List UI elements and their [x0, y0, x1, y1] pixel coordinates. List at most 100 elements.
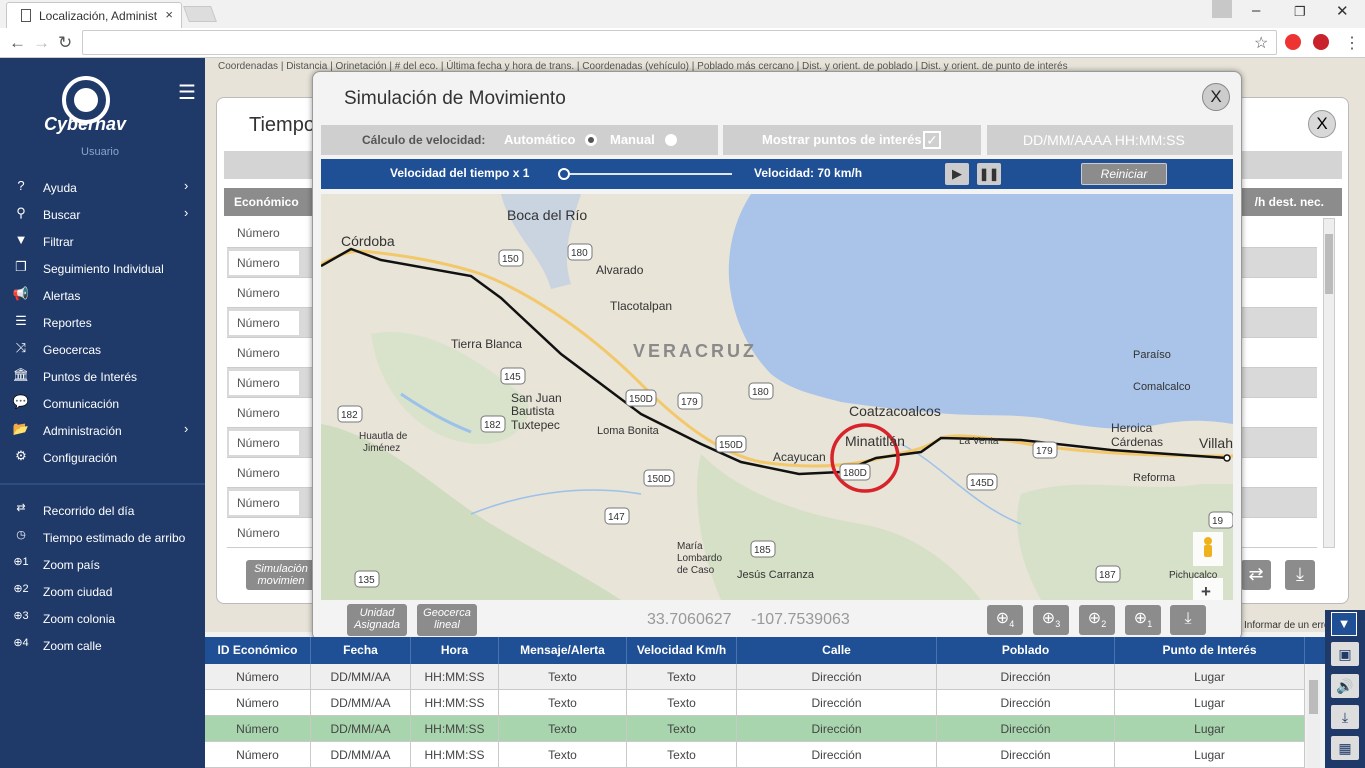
- sidebar-tool-6[interactable]: ⊕4 Zoom calle: [0, 633, 205, 659]
- table-row[interactable]: Número DD/MM/AA HH:MM:SS Texto Texto Direcció…: [205, 664, 1305, 690]
- download-icon[interactable]: ⤓: [1285, 560, 1315, 590]
- zoom2-icon: ⊕2: [13, 583, 29, 595]
- manual-radio[interactable]: [665, 134, 677, 146]
- sidebar-item-8[interactable]: 🏛 Puntos de Interés: [0, 364, 205, 390]
- zoom-level-3-button[interactable]: ⊕3: [1033, 605, 1069, 635]
- map-canvas[interactable]: Boca del Río Córdoba Alvarado Tlacotalpan Ti…: [321, 194, 1233, 600]
- table-cell: Lugar: [1115, 716, 1305, 742]
- back-icon[interactable]: ←: [9, 33, 26, 53]
- sidebar-tool-3[interactable]: ⊕1 Zoom país: [0, 552, 205, 578]
- map-place-label: Bautista: [511, 404, 555, 418]
- table-row[interactable]: Número DD/MM/AA HH:MM:SS Texto Texto Direcció…: [205, 716, 1305, 742]
- reload-icon[interactable]: ↻: [58, 33, 72, 53]
- hamburger-menu-icon[interactable]: ☰: [178, 80, 196, 105]
- tab-close-icon[interactable]: ×: [165, 7, 173, 22]
- map-zoom-in-icon[interactable]: +: [1201, 582, 1211, 600]
- sidebar-item-3[interactable]: ▼ Filtrar: [0, 229, 205, 255]
- column-header[interactable]: Poblado: [937, 637, 1115, 664]
- datetime-field[interactable]: DD/MM/AAAA HH:MM:SS: [987, 125, 1233, 155]
- opera-extension-icon[interactable]: [1285, 34, 1301, 50]
- poi-checkbox[interactable]: ✓: [923, 131, 941, 149]
- user-label[interactable]: Usuario: [0, 146, 200, 158]
- bookmark-star-icon[interactable]: ☆: [1254, 33, 1268, 53]
- events-table-scrollbar[interactable]: [1307, 664, 1320, 768]
- sidebar-item-4[interactable]: ❐ Seguimiento Individual: [0, 256, 205, 282]
- zoom-level-2-button[interactable]: ⊕2: [1079, 605, 1115, 635]
- sidebar-item-label: Seguimiento Individual: [43, 262, 164, 276]
- sidebar-item-7[interactable]: ⤨ Geocercas: [0, 337, 205, 363]
- row-value: Número: [237, 346, 280, 360]
- download-icon[interactable]: ⤓: [1170, 605, 1206, 635]
- play-button[interactable]: ▶: [945, 163, 969, 185]
- assigned-unit-button[interactable]: Unidad Asignada: [347, 604, 407, 636]
- map-place-label: Boca del Río: [507, 207, 587, 223]
- linear-geofence-button[interactable]: Geocerca lineal: [417, 604, 477, 636]
- new-tab-button[interactable]: [183, 6, 217, 22]
- movement-simulation-modal: Simulación de Movimiento X Cálculo de ve…: [312, 71, 1242, 641]
- table-cell: HH:MM:SS: [411, 664, 499, 690]
- zoom1-icon: ⊕1: [13, 556, 29, 568]
- forward-icon[interactable]: →: [33, 33, 50, 53]
- table-cell: Lugar: [1115, 690, 1305, 716]
- sidebar-tool-label: Zoom ciudad: [43, 585, 113, 599]
- sidebar-item-1[interactable]: ? Ayuda ›: [0, 175, 205, 201]
- chevron-right-icon: ›: [184, 421, 189, 436]
- sidebar-item-5[interactable]: 📢 Alertas: [0, 283, 205, 309]
- sidebar-tool-5[interactable]: ⊕3 Zoom colonia: [0, 606, 205, 632]
- pegman-icon[interactable]: [1204, 537, 1212, 545]
- sidebar-tool-1[interactable]: ⇄ Recorrido del día: [0, 498, 205, 524]
- browser-tab[interactable]: Localización, Administrac ×: [6, 2, 182, 28]
- table-row[interactable]: Número DD/MM/AA HH:MM:SS Texto Texto Direcció…: [205, 742, 1305, 768]
- row-value: Número: [237, 496, 280, 510]
- sidebar-item-2[interactable]: ⚲ Buscar ›: [0, 202, 205, 228]
- zoom-level-4-button[interactable]: ⊕4: [987, 605, 1023, 635]
- auto-radio[interactable]: [585, 134, 597, 146]
- modal-close-button[interactable]: X: [1202, 83, 1230, 111]
- table-icon[interactable]: ▦: [1331, 736, 1359, 760]
- download-icon[interactable]: ⤓: [1331, 705, 1359, 729]
- profile-icon[interactable]: [1212, 0, 1232, 18]
- column-header[interactable]: Mensaje/Alerta: [499, 637, 627, 664]
- sidebar-item-11[interactable]: ⚙ Configuración: [0, 445, 205, 471]
- map-place-label: Coatzacoalcos: [849, 403, 941, 419]
- table-row[interactable]: Número DD/MM/AA HH:MM:SS Texto Texto Direcció…: [205, 690, 1305, 716]
- zoom-icon: ⊕: [1041, 610, 1056, 627]
- time-speed-slider-track[interactable]: [564, 173, 732, 175]
- pinterest-extension-icon[interactable]: [1313, 34, 1329, 50]
- sidebar-item-label: Buscar: [43, 208, 81, 222]
- highway-shield-label: 145D: [970, 478, 994, 489]
- column-header[interactable]: Hora: [411, 637, 499, 664]
- minimize-icon[interactable]: –: [1252, 2, 1260, 19]
- volume-icon[interactable]: 🔊: [1331, 674, 1359, 698]
- menu-dots-icon[interactable]: ⋮: [1344, 33, 1360, 53]
- collapse-chevron-icon[interactable]: ▼: [1331, 612, 1357, 636]
- column-header[interactable]: ID Económico: [205, 637, 311, 664]
- reset-button[interactable]: Reiniciar: [1081, 163, 1167, 185]
- sidebar-tool-2[interactable]: ◷ Tiempo estimado de arribo: [0, 525, 205, 551]
- sidebar-item-10[interactable]: 📂 Administración ›: [0, 418, 205, 444]
- zoom-level-1-button[interactable]: ⊕1: [1125, 605, 1161, 635]
- sidebar-item-6[interactable]: ☰ Reportes: [0, 310, 205, 336]
- column-header[interactable]: Fecha: [311, 637, 411, 664]
- column-header[interactable]: Velocidad Km/h: [627, 637, 737, 664]
- table-cell: DD/MM/AA: [311, 716, 411, 742]
- time-speed-slider-handle[interactable]: [558, 168, 570, 180]
- pause-button[interactable]: ❚❚: [977, 163, 1001, 185]
- zoom-level-label: 3: [1055, 619, 1061, 630]
- image-icon[interactable]: ▣: [1331, 642, 1359, 666]
- panel-close-button[interactable]: X: [1308, 110, 1336, 138]
- highway-shield-label: 180: [571, 248, 588, 259]
- column-header[interactable]: Punto de Interés: [1115, 637, 1305, 664]
- sidebar-tool-4[interactable]: ⊕2 Zoom ciudad: [0, 579, 205, 605]
- sidebar-divider: [0, 483, 205, 485]
- sidebar-item-9[interactable]: 💬 Comunicación: [0, 391, 205, 417]
- map-place-label: de Caso: [677, 565, 715, 576]
- route-map[interactable]: Boca del Río Córdoba Alvarado Tlacotalpan Ti…: [321, 194, 1233, 600]
- panel-scrollbar[interactable]: [1323, 218, 1335, 548]
- column-header[interactable]: Calle: [737, 637, 937, 664]
- window-close-icon[interactable]: ✕: [1336, 2, 1349, 20]
- simulation-button[interactable]: Simulación movimien: [246, 560, 316, 590]
- url-input[interactable]: [82, 30, 1277, 55]
- swap-icon[interactable]: ⇄: [1241, 560, 1271, 590]
- maximize-icon[interactable]: ❐: [1294, 4, 1306, 20]
